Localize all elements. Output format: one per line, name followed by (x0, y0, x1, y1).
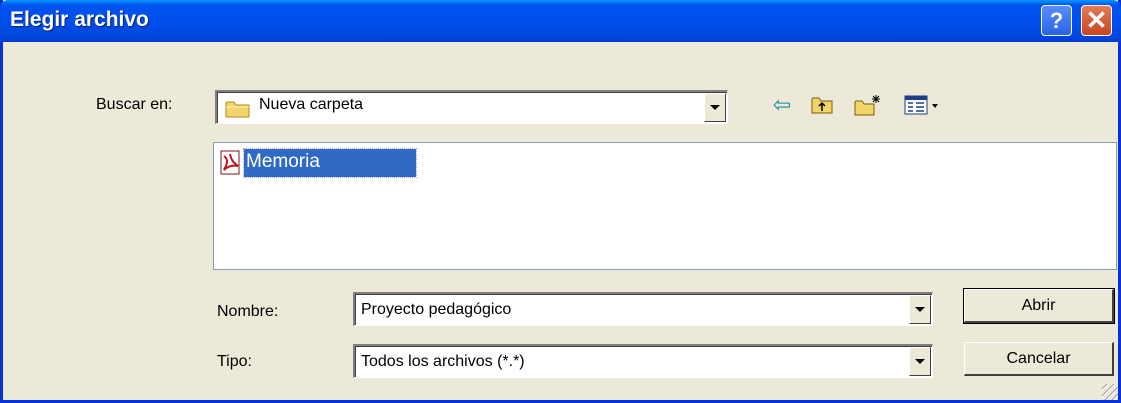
up-folder-button[interactable] (809, 94, 835, 116)
chevron-down-icon (710, 105, 720, 110)
filetype-dropdown-button[interactable] (909, 347, 931, 376)
help-button[interactable]: ? (1041, 5, 1072, 36)
open-button-label: Abrir (1021, 296, 1056, 314)
help-icon: ? (1049, 7, 1064, 33)
look-in-value: Nueva carpeta (259, 96, 364, 113)
filename-dropdown-button[interactable] (909, 295, 931, 324)
open-button[interactable]: Abrir (963, 288, 1115, 324)
close-icon: ✕ (1085, 5, 1108, 35)
filename-value[interactable]: Proyecto pedagógico (361, 301, 511, 319)
chevron-down-icon (915, 307, 925, 312)
filetype-combobox[interactable]: Todos los archivos (*.*) (353, 344, 933, 378)
list-item[interactable]: Memoria (218, 147, 417, 179)
cancel-button[interactable]: Cancelar (964, 342, 1114, 376)
filetype-label: Tipo: (217, 353, 252, 370)
filetype-value: Todos los archivos (*.*) (361, 353, 525, 370)
window-title: Elegir archivo (10, 8, 149, 31)
file-list[interactable]: Memoria (213, 142, 1117, 270)
look-in-label: Buscar en: (96, 96, 173, 113)
up-folder-icon (811, 97, 833, 114)
look-in-dropdown-button[interactable] (704, 93, 726, 122)
filename-combobox[interactable]: Proyecto pedagógico (353, 292, 933, 326)
back-button[interactable]: ⇦ (769, 94, 795, 116)
file-item-label: Memoria (243, 148, 417, 178)
new-folder-button[interactable] (853, 94, 883, 116)
file-dialog-window: Elegir archivo ? ✕ Buscar en: Nueva carp… (0, 0, 1121, 403)
cancel-button-label: Cancelar (1006, 349, 1071, 367)
new-folder-icon (854, 95, 880, 116)
view-menu-button[interactable] (903, 94, 951, 116)
close-button[interactable]: ✕ (1081, 5, 1112, 36)
chevron-down-icon (915, 359, 925, 364)
filename-label: Nombre: (217, 303, 279, 320)
resize-grip[interactable] (1102, 384, 1118, 400)
pdf-file-icon (220, 150, 240, 175)
folder-icon (225, 101, 250, 118)
back-arrow-icon: ⇦ (772, 92, 792, 117)
title-bar[interactable]: Elegir archivo ? ✕ (0, 0, 1121, 42)
look-in-combobox[interactable]: Nueva carpeta (215, 90, 728, 124)
view-menu-icon (904, 95, 938, 115)
